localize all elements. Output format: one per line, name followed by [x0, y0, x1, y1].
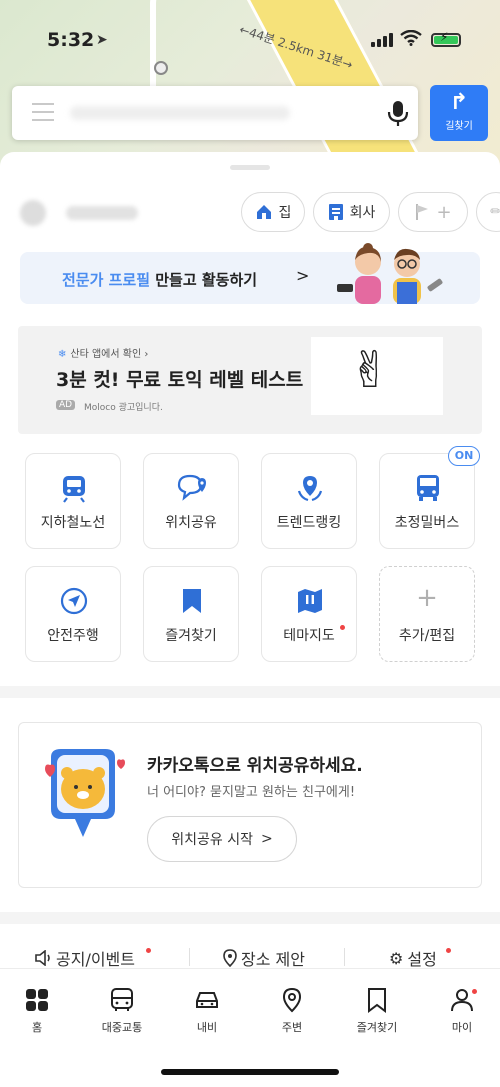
theme-map-icon: [294, 585, 326, 617]
start-location-share-button[interactable]: 위치공유 시작 >: [147, 816, 297, 862]
tile-location-share[interactable]: 위치공유: [143, 453, 239, 549]
my-new-dot: [472, 989, 477, 994]
nearby-pin-icon: [282, 987, 302, 1013]
transit-icon: [111, 988, 133, 1011]
search-input[interactable]: [70, 106, 290, 120]
microphone-icon[interactable]: [384, 99, 412, 127]
speaker-icon: [35, 950, 50, 966]
flag-icon: [416, 204, 429, 220]
shortcut-office[interactable]: 회사: [313, 192, 390, 232]
share-card-subtitle: 너 어디야? 묻지말고 원하는 친구에게!: [147, 785, 356, 800]
home-icon: [256, 205, 271, 219]
tab-transit[interactable]: 대중교통: [82, 987, 162, 1035]
trend-ranking-icon: [294, 472, 326, 504]
tile-subway[interactable]: 지하철노선: [25, 453, 121, 549]
ad-badge: AD: [56, 400, 76, 410]
tab-favorites[interactable]: 즐겨찾기: [337, 987, 417, 1035]
share-card-title: 카카오톡으로 위치공유하세요.: [147, 756, 363, 776]
gear-icon: ⚙: [389, 948, 404, 968]
status-bar: 5:32 ➤ ⚡: [0, 0, 500, 80]
shortcut-add-place[interactable]: +: [398, 192, 468, 232]
turn-arrow-icon: ↱: [449, 90, 469, 115]
tile-add-edit[interactable]: + 추가/편집: [379, 566, 475, 662]
bookmark-icon: [368, 988, 386, 1013]
chevron-right-icon: >: [296, 266, 310, 285]
shortcut-home[interactable]: 집: [241, 192, 305, 232]
notice-new-dot: [146, 948, 151, 953]
experts-illustration: [337, 243, 443, 304]
tab-my[interactable]: 마이: [422, 987, 500, 1035]
section-divider: [0, 686, 500, 698]
ad-source: 산타 앱에서 확인 ›: [70, 349, 149, 360]
victory-hand-icon: ✌: [349, 341, 391, 399]
tile-trend-ranking[interactable]: 트렌드랭킹: [261, 453, 357, 549]
location-share-card[interactable]: 카카오톡으로 위치공유하세요. 너 어디야? 묻지말고 원하는 친구에게! 위치…: [18, 722, 482, 888]
cellular-signal-icon: [371, 33, 393, 47]
expert-profile-banner[interactable]: 전문가 프로필 만들고 활동하기 >: [20, 243, 480, 304]
tile-safe-driving[interactable]: 안전주행: [25, 566, 121, 662]
plus-icon: +: [416, 583, 438, 613]
location-share-icon: [176, 472, 208, 504]
route-search-button[interactable]: ↱ 길찾기: [430, 85, 488, 141]
banner-highlight: 전문가 프로필: [62, 271, 151, 289]
theme-map-new-dot: [340, 625, 345, 630]
ad-headline: 3분 컷! 무료 토익 레벨 테스트: [56, 369, 304, 391]
express-bus-on-badge: ON: [448, 446, 480, 466]
ryan-mascot-illustration: [45, 749, 125, 837]
tile-favorites[interactable]: 즐겨찾기: [143, 566, 239, 662]
section-divider: [0, 912, 500, 924]
location-arrow-icon: ➤: [96, 32, 108, 48]
home-grid-icon: [26, 989, 48, 1011]
avatar: [20, 200, 46, 226]
bookmark-icon: [176, 585, 208, 617]
home-sheet: 집 회사 + ✏ 전문가 프로필 만들고 활동하기 > ❄ 산타 앱에서 확인 …: [0, 152, 500, 1087]
tile-express-bus[interactable]: 초정밀버스: [379, 453, 475, 549]
ad-banner[interactable]: ❄ 산타 앱에서 확인 › 3분 컷! 무료 토익 레벨 테스트 AD Moloc…: [18, 326, 482, 434]
settings-new-dot: [446, 948, 451, 953]
tab-navi[interactable]: 내비: [167, 987, 247, 1035]
tab-home[interactable]: 홈: [0, 987, 77, 1035]
snowflake-icon: ❄: [58, 349, 67, 360]
settings-link[interactable]: ⚙ 설정: [389, 946, 437, 970]
bus-icon: [412, 472, 444, 504]
ad-image: ✌: [311, 337, 443, 415]
user-profile[interactable]: [20, 200, 150, 228]
safe-driving-icon: [58, 585, 90, 617]
ad-advertiser: Moloco 광고입니다.: [84, 403, 163, 413]
charging-bolt-icon: ⚡: [440, 30, 449, 44]
tab-nearby[interactable]: 주변: [252, 987, 332, 1035]
suggest-place-link[interactable]: 장소 제안: [223, 946, 305, 970]
pin-icon: [223, 949, 237, 967]
notice-event-link[interactable]: 공지/이벤트: [34, 946, 135, 970]
menu-icon[interactable]: [32, 103, 54, 121]
wifi-icon: [400, 29, 422, 51]
sheet-drag-handle[interactable]: [230, 165, 270, 170]
banner-text: 만들고 활동하기: [150, 271, 258, 289]
subway-icon: [58, 472, 90, 504]
office-icon: [328, 204, 343, 220]
car-icon: [196, 992, 218, 1008]
shortcut-more[interactable]: ✏: [476, 192, 500, 232]
status-time: 5:32: [47, 29, 95, 51]
pencil-icon: ✏: [490, 204, 500, 220]
home-indicator: [161, 1069, 339, 1075]
tile-theme-map[interactable]: 테마지도: [261, 566, 357, 662]
user-name: [66, 206, 138, 220]
chevron-right-icon: >: [261, 831, 273, 847]
search-bar[interactable]: [12, 86, 418, 140]
